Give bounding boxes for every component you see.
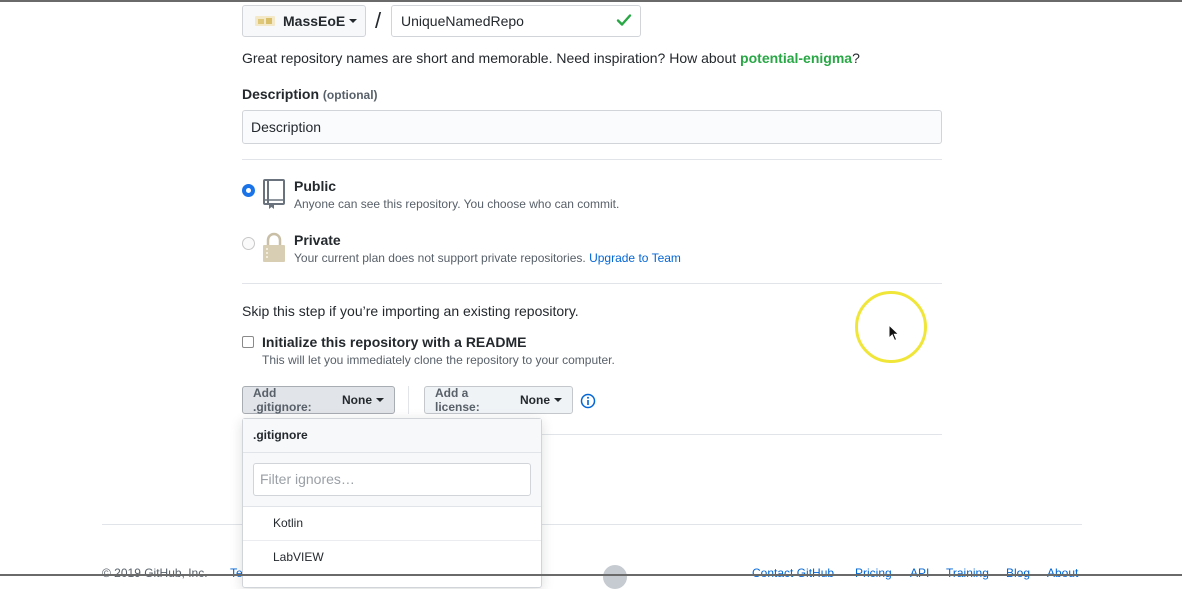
license-button-value: None — [520, 393, 550, 407]
public-title: Public — [294, 178, 337, 194]
optional-note: (optional) — [322, 88, 378, 102]
footer-link-about[interactable]: About — [1047, 566, 1078, 580]
filter-ignores-input[interactable]: Filter ignores… — [253, 463, 531, 496]
description-label-text: Description — [242, 86, 320, 102]
dropdown-header: .gitignore — [243, 419, 541, 453]
github-logo-icon[interactable] — [603, 565, 627, 589]
footer-copyright: © 2019 GitHub, Inc. — [102, 566, 208, 580]
lock-icon — [262, 232, 286, 267]
license-button-label: Add a license: — [435, 386, 480, 414]
owner-select-button[interactable]: MassEoE — [242, 5, 366, 37]
hint-suffix: ? — [852, 50, 860, 66]
add-license-button[interactable]: Add a license: None — [424, 386, 573, 414]
gitignore-button-label: Add .gitignore: — [253, 386, 312, 414]
readme-description: This will let you immediately clone the … — [262, 353, 615, 367]
description-label: Description (optional) — [242, 86, 378, 102]
readme-checkbox[interactable] — [242, 336, 254, 348]
button-divider — [408, 386, 409, 414]
description-input-value: Description — [251, 119, 322, 135]
private-desc-text: Your current plan does not support priva… — [294, 251, 586, 265]
name-suggestion-link[interactable]: potential-enigma — [740, 50, 852, 66]
gitignore-button-value: None — [342, 393, 372, 407]
repository-name-input[interactable]: UniqueNamedRepo — [391, 5, 641, 37]
repository-name-value: UniqueNamedRepo — [401, 13, 524, 29]
divider — [242, 283, 942, 284]
owner-name: MassEoE — [283, 13, 346, 29]
upgrade-to-team-link[interactable]: Upgrade to Team — [589, 251, 681, 265]
gitignore-option-kotlin[interactable]: Kotlin — [243, 507, 541, 541]
footer-link-terms[interactable]: Te — [230, 566, 243, 580]
private-radio[interactable] — [242, 237, 255, 250]
footer-link-api[interactable]: API — [910, 566, 929, 580]
divider — [242, 159, 942, 160]
info-icon[interactable] — [580, 393, 596, 412]
private-title: Private — [294, 232, 341, 248]
chevron-down-icon — [554, 398, 562, 402]
add-gitignore-button[interactable]: Add .gitignore: None — [242, 386, 395, 414]
repo-name-hint: Great repository names are short and mem… — [242, 50, 860, 66]
chevron-down-icon — [376, 398, 384, 402]
footer-link-blog[interactable]: Blog — [1006, 566, 1030, 580]
footer-link-contact[interactable]: Contact GitHub — [752, 566, 834, 580]
public-radio[interactable] — [242, 184, 255, 197]
skip-step-text: Skip this step if you’re importing an ex… — [242, 303, 579, 319]
hint-text: Great repository names are short and mem… — [242, 50, 741, 66]
mouse-cursor-icon — [888, 323, 900, 345]
readme-title[interactable]: Initialize this repository with a README — [262, 334, 526, 350]
repo-public-icon — [262, 178, 286, 213]
gitignore-option-labview[interactable]: LabVIEW — [243, 541, 541, 575]
footer-link-pricing[interactable]: Pricing — [855, 566, 892, 580]
description-input[interactable]: Description — [242, 110, 942, 144]
owner-avatar — [255, 14, 275, 28]
chevron-down-icon — [349, 19, 358, 23]
window-top-border — [0, 0, 1182, 2]
owner-repo-separator: / — [375, 8, 382, 33]
public-description: Anyone can see this repository. You choo… — [294, 197, 620, 211]
footer-link-training[interactable]: Training — [946, 566, 989, 580]
gitignore-dropdown-menu: .gitignore Filter ignores… Kotlin LabVIE… — [242, 418, 542, 588]
private-description: Your current plan does not support priva… — [294, 251, 681, 265]
check-icon — [616, 12, 632, 31]
dropdown-filter-area: Filter ignores… — [243, 453, 541, 507]
